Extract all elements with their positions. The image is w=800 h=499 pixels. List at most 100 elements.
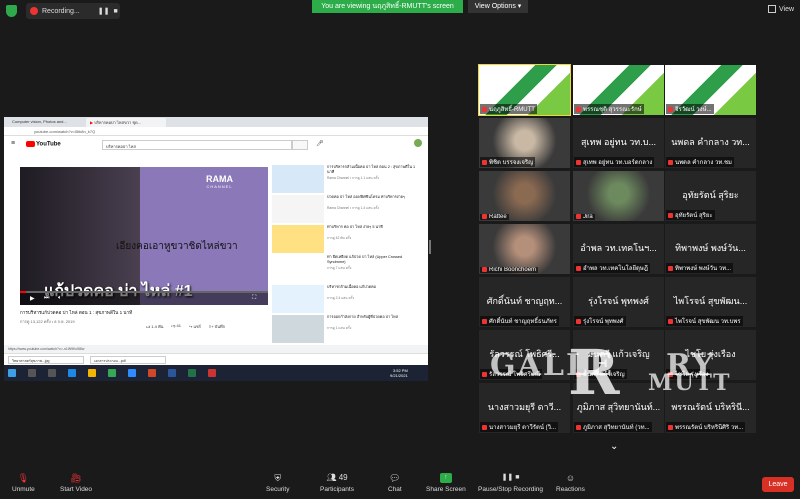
dislike-button[interactable]: 👎︎ 41: [171, 323, 181, 330]
chrome-icon[interactable]: [108, 369, 116, 377]
browser-tab[interactable]: Computer vision, Photos and...: [8, 118, 84, 127]
muted-mic-icon: [576, 213, 581, 219]
muted-mic-icon: [668, 318, 673, 324]
participant-tile[interactable]: อำพล วท.เทคโนฯ... อำพล วท.เทคโนโลยีดุษฎี: [573, 224, 664, 274]
fullscreen-icon[interactable]: ⛶: [252, 295, 256, 302]
participant-tile[interactable]: นางสาวมยุรี ดาวี... นางสาวมยุรี ดาวีรัตน์…: [479, 383, 570, 433]
related-video-item[interactable]: ปวดคอ บ่า ไหล่ ออฟฟิศซินโดรม ท่าบริหารง่…: [272, 195, 422, 224]
unmute-button[interactable]: 🎙︎ Unmute: [12, 473, 35, 493]
participant-tile[interactable]: ศักดิ์นันท์ ชาญฤท... ศักดิ์นันท์ ชาญฤทธิ์…: [479, 277, 570, 327]
participants-count: 49: [338, 473, 348, 482]
start-video-button[interactable]: 🎥︎ Start Video: [60, 473, 92, 493]
chat-button[interactable]: 💬︎ Chat: [388, 473, 402, 493]
start-icon[interactable]: [8, 369, 16, 377]
participant-tile[interactable]: Rattee: [479, 171, 570, 221]
participant-tile[interactable]: Jira: [573, 171, 664, 221]
participant-tile[interactable]: นฤภูสิทธิ์-RMUTT: [478, 64, 571, 116]
address-bar[interactable]: youtube.com/watch?v=l5tk8n_k7Q: [4, 127, 428, 136]
play-icon[interactable]: ▶: [30, 295, 35, 302]
participant-tile[interactable]: ไพโรจน์ สุขพัฒน... ไพโรจน์ สุขพัฒน วท.บพร: [665, 277, 756, 327]
player-controls: ▶ ⏭︎ 🔈︎ ⛶: [20, 291, 268, 305]
participant-tile[interactable]: จิรวัฒน์ วงษ์...: [665, 65, 756, 115]
save-button[interactable]: ≡+ บันทึก: [209, 323, 225, 330]
related-video-item[interactable]: ท่าบริหาร คอ บ่า ไหล่ ง่ายๆ 5 นาที การดู …: [272, 225, 422, 254]
participant-name-label: ทิพาพงษ์ พงษ์วัน วท...: [666, 263, 734, 273]
excel-icon[interactable]: [188, 369, 196, 377]
record-label: Pause/Stop Recording: [478, 486, 544, 493]
search-taskbar-icon[interactable]: [28, 369, 36, 377]
url-text: youtube.com/watch?v=l5tk8n_k7Q: [34, 129, 96, 134]
share-screen-label: Share Screen: [426, 486, 466, 493]
participant-display-name: อุทัยรัตน์ สุริยะ: [682, 190, 739, 200]
muted-mic-icon: [482, 213, 487, 219]
participant-name-label: รุ่งโรจน์ พุทพงศ์: [574, 316, 626, 326]
muted-mic-icon: [482, 159, 487, 165]
participant-display-name: ไพโรจน์ สุขพัฒน...: [673, 296, 748, 306]
task-view-icon[interactable]: [48, 369, 56, 377]
pause-recording-icon[interactable]: ❚❚: [98, 7, 110, 15]
download-item[interactable]: เอกสารประกอบ...pdf: [90, 356, 166, 364]
windows-taskbar: 3:52 PM 9/21/2021: [4, 365, 428, 381]
gallery-next-page-icon[interactable]: ⌄: [610, 441, 618, 452]
related-video-item[interactable]: ท่า ยืดเหยียด แก้ปวด บ่า ไหล่ (Upper Cro…: [272, 255, 422, 284]
participant-tile[interactable]: พรรณชุติ สุวรรณะรักษ์: [573, 65, 664, 115]
word-icon[interactable]: [168, 369, 176, 377]
browser-tab-bar: Computer vision, Photos and... ▶ บริหารค…: [4, 117, 428, 127]
participant-tile[interactable]: อุทัยรัตน์ สุริยะ อุทัยรัตน์ สุริยะ: [665, 171, 756, 221]
security-button[interactable]: ⛨ Security: [266, 473, 289, 493]
participant-display-name: รุ่งโรจน์ พุทพงศ์: [588, 296, 649, 306]
zoom-icon[interactable]: [128, 369, 136, 377]
participant-name-label: นางสาวมยุรี ดาวีรัตน์ (วิ...: [480, 422, 559, 432]
related-video-meta: การดู 7 แสน ครั้ง: [327, 266, 352, 270]
related-video-item[interactable]: การบริหารกล้ามเนื้อคอ บ่า ไหล่ ตอน 2 : ส…: [272, 165, 422, 194]
participant-name-label: พิชิต บรรจงเจริญ: [480, 157, 536, 167]
stop-recording-icon[interactable]: ■: [113, 8, 117, 15]
account-avatar[interactable]: [414, 139, 422, 147]
participant-tile[interactable]: พิชิต บรรจงเจริญ: [479, 118, 570, 168]
browser-tab-active[interactable]: ▶ บริหารคอบ่า ไหล่ขวา ชุด...: [86, 118, 166, 127]
powerpoint-icon[interactable]: [148, 369, 156, 377]
muted-mic-icon: [576, 265, 581, 271]
browser-status-bar: https://www.youtube.com/watch?v=-n1W9Kc5…: [4, 345, 428, 353]
related-video-title: การบริหารกล้ามเนื้อคอ บ่า ไหล่ ตอน 2 : ส…: [327, 165, 416, 174]
leave-button[interactable]: Leave: [762, 477, 794, 492]
related-video-item[interactable]: การออกกำลังกาย สำหรับผู้ที่ปวดคอ บ่า ไหล…: [272, 315, 422, 344]
search-icon[interactable]: ⌕: [292, 140, 308, 150]
muted-mic-icon: [668, 212, 673, 218]
volume-icon[interactable]: 🔈︎: [58, 295, 62, 302]
view-options-button[interactable]: View Options ▾: [468, 0, 528, 13]
participant-tile[interactable]: Richi Boonchoem: [479, 224, 570, 274]
edge-icon[interactable]: [68, 369, 76, 377]
security-shield-icon[interactable]: [6, 5, 17, 17]
participants-button[interactable]: 👥︎ 49 Participants: [320, 473, 354, 493]
youtube-search-input[interactable]: บริหารคอบ่า ไหล่: [102, 140, 292, 150]
participant-tile[interactable]: รุ่งโรจน์ พุทพงศ์ รุ่งโรจน์ พุทพงศ์: [573, 277, 664, 327]
download-bar: วิทยาศาสตร์สุขภาพ...jpg เอกสารประกอบ...p…: [4, 353, 428, 365]
like-button[interactable]: 👍︎ 1.4 พัน: [146, 323, 163, 330]
unmute-label: Unmute: [12, 486, 35, 493]
reactions-button[interactable]: ☺ Reactions: [556, 473, 585, 493]
related-video-title: การออกกำลังกาย สำหรับผู้ที่ปวดคอ บ่า ไหล…: [327, 315, 399, 319]
mic-icon[interactable]: 🎤︎: [316, 140, 324, 147]
progress-bar[interactable]: [20, 291, 268, 293]
youtube-logo[interactable]: YouTube: [26, 141, 61, 148]
participant-tile[interactable]: ทิพาพงษ์ พงษ์วัน... ทิพาพงษ์ พงษ์วัน วท..…: [665, 224, 756, 274]
related-video-item[interactable]: บริหารกล้ามเนื้อคอ แก้ปวดคอ การดู 2.4 แสน…: [272, 285, 422, 314]
participant-name: Richi Boonchoem: [489, 267, 537, 273]
next-icon[interactable]: ⏭︎: [44, 295, 49, 302]
video-player[interactable]: RAMACHANNEL เอียงคอเอาหูขวาชิดไหล่ขวา แก…: [20, 167, 268, 305]
participant-tile[interactable]: สุเทพ อยู่ทน วท.บ... สุเทพ อยู่ทน วท.บอร์…: [573, 118, 664, 168]
participant-tile[interactable]: นพดล คำกลาง วท... นพดล คำกลาง วท.ชม: [665, 118, 756, 168]
explorer-icon[interactable]: [88, 369, 96, 377]
panel-splitter[interactable]: [429, 240, 431, 254]
record-button[interactable]: ❚❚ ■ Pause/Stop Recording: [478, 473, 543, 493]
menu-icon[interactable]: ≡: [11, 140, 15, 147]
view-button[interactable]: View: [768, 5, 794, 13]
smiley-icon: ☺: [565, 473, 576, 483]
participant-name-label: นฤภูสิทธิ์-RMUTT: [480, 104, 537, 114]
share-button[interactable]: ↪ แชร์: [189, 323, 201, 330]
pdf-icon[interactable]: [208, 369, 216, 377]
related-video-title: ท่า ยืดเหยียด แก้ปวด บ่า ไหล่ (Upper Cro…: [327, 255, 403, 264]
share-screen-button[interactable]: ↑ Share Screen: [426, 473, 466, 493]
download-item[interactable]: วิทยาศาสตร์สุขภาพ...jpg: [8, 356, 84, 364]
